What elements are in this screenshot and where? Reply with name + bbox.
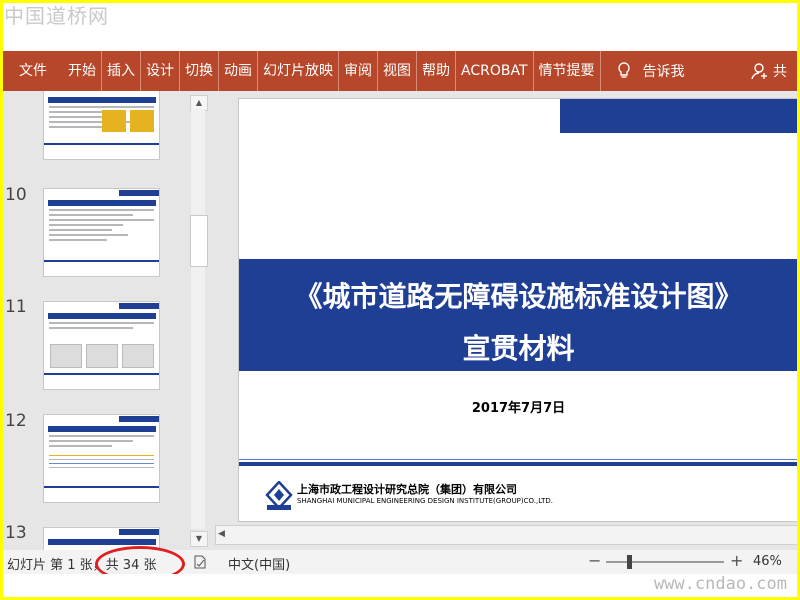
thumbnail-scrollbar[interactable]: ▲ ▼ bbox=[187, 91, 209, 550]
lightbulb-icon bbox=[617, 62, 630, 78]
slide-header-block bbox=[560, 99, 797, 133]
ribbon-tabs: 文件 开始 插入 设计 切换 动画 幻灯片放映 审阅 视图 帮助 ACROBAT… bbox=[3, 51, 797, 91]
tab-view[interactable]: 视图 bbox=[378, 51, 416, 91]
zoom-in-button[interactable]: + bbox=[730, 551, 743, 570]
tab-insert[interactable]: 插入 bbox=[102, 51, 140, 91]
tab-transitions[interactable]: 切换 bbox=[180, 51, 218, 91]
person-add-icon bbox=[751, 63, 767, 80]
slide-thumbnail[interactable] bbox=[43, 301, 160, 390]
organization-name-cn: 上海市政工程设计研究总院（集团）有限公司 bbox=[297, 483, 517, 496]
zoom-out-button[interactable]: − bbox=[588, 551, 601, 570]
tab-slideshow[interactable]: 幻灯片放映 bbox=[258, 51, 338, 91]
thumbnail-number: 12 bbox=[5, 411, 27, 431]
spellcheck-icon[interactable] bbox=[193, 555, 207, 569]
tab-storyboarding[interactable]: 情节提要 bbox=[534, 51, 600, 91]
language-indicator[interactable]: 中文(中国) bbox=[228, 554, 290, 573]
slide-date[interactable]: 2017年7月7日 bbox=[239, 397, 797, 416]
thumbnail-number: 13 bbox=[5, 523, 27, 543]
tab-help[interactable]: 帮助 bbox=[417, 51, 455, 91]
zoom-level[interactable]: 46% bbox=[753, 554, 782, 569]
slide-editing-area: 《城市道路无障碍设施标准设计图》 宣贯材料 2017年7月7日 上海市政工程设计… bbox=[209, 91, 797, 550]
horizontal-scrollbar[interactable]: ◀ bbox=[215, 525, 797, 545]
slide-title[interactable]: 《城市道路无障碍设施标准设计图》 bbox=[239, 275, 797, 315]
scroll-track[interactable] bbox=[191, 109, 205, 529]
footer-stripes bbox=[239, 459, 797, 469]
organization-name-en: SHANGHAI MUNICIPAL ENGINEERING DESIGN IN… bbox=[297, 497, 554, 505]
powerpoint-window: 中国道桥网 文件 开始 插入 设计 切换 动画 幻灯片放映 审阅 视图 帮助 A… bbox=[3, 3, 797, 597]
current-slide[interactable]: 《城市道路无障碍设施标准设计图》 宣贯材料 2017年7月7日 上海市政工程设计… bbox=[238, 98, 797, 522]
scroll-down-icon[interactable]: ▼ bbox=[190, 531, 208, 547]
zoom-slider-knob[interactable] bbox=[627, 555, 632, 569]
watermark-bottom-bar: www.cndao.com bbox=[3, 574, 797, 597]
slide-thumbnail[interactable] bbox=[43, 188, 160, 277]
slide-thumbnail[interactable] bbox=[43, 91, 160, 160]
tell-me-box[interactable]: 告诉我 bbox=[601, 61, 685, 81]
tab-animations[interactable]: 动画 bbox=[219, 51, 257, 91]
thumbnail-number: 10 bbox=[5, 185, 27, 205]
smedi-logo-icon bbox=[265, 481, 293, 510]
watermark-url: www.cndao.com bbox=[653, 574, 787, 594]
tab-design[interactable]: 设计 bbox=[141, 51, 179, 91]
scroll-thumb[interactable] bbox=[190, 215, 208, 267]
tell-me-label: 告诉我 bbox=[642, 64, 685, 80]
tab-acrobat[interactable]: ACROBAT bbox=[456, 51, 533, 91]
tab-home[interactable]: 开始 bbox=[63, 51, 101, 91]
share-label: 共 bbox=[773, 64, 787, 80]
share-button[interactable]: 共 bbox=[751, 61, 797, 81]
slide-thumbnail-pane: 10 11 12 13 bbox=[3, 91, 209, 550]
slide-subtitle[interactable]: 宣贯材料 bbox=[239, 327, 797, 367]
slide-thumbnail[interactable] bbox=[43, 414, 160, 503]
scroll-left-icon[interactable]: ◀ bbox=[218, 528, 228, 540]
watermark-top: 中国道桥网 bbox=[4, 4, 109, 28]
zoom-slider[interactable] bbox=[606, 561, 724, 563]
tab-review[interactable]: 审阅 bbox=[339, 51, 377, 91]
thumbnail-number: 11 bbox=[5, 297, 27, 317]
tab-file[interactable]: 文件 bbox=[3, 51, 63, 91]
